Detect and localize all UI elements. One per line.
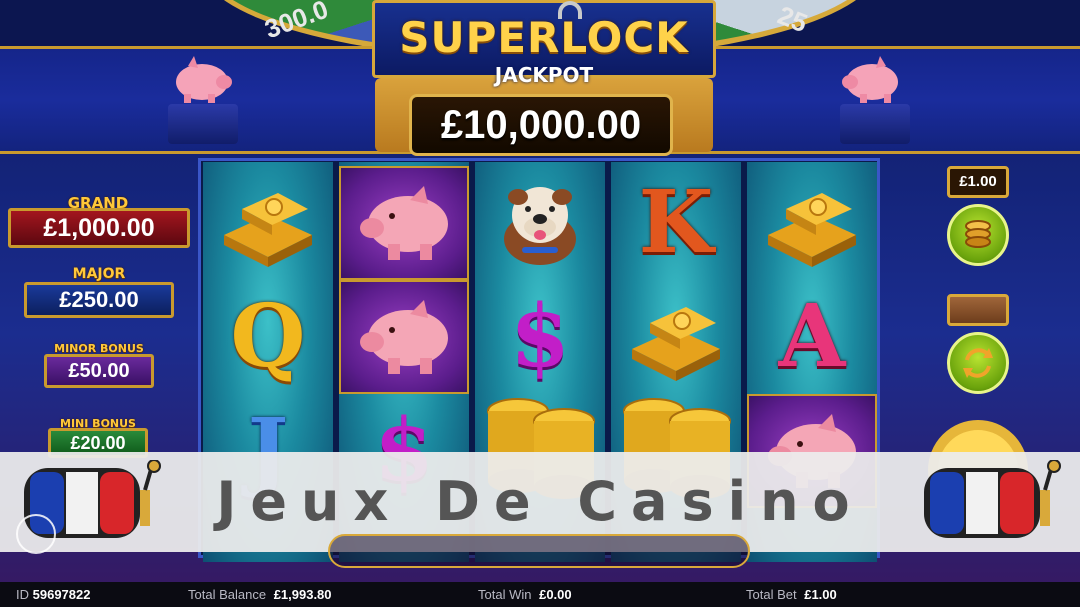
- lock-icon: [558, 1, 582, 19]
- game-logo: SUPERLOCK JACKPOT: [372, 0, 716, 87]
- logo-title: SUPERLOCK: [399, 13, 689, 62]
- session-id-label: ID: [16, 587, 29, 602]
- refresh-icon: [963, 348, 993, 378]
- piggy-bank-icon: [842, 56, 898, 103]
- bulldog-icon: [504, 187, 576, 265]
- reel-symbol-gold-bars: [611, 280, 741, 394]
- coins-button[interactable]: [947, 204, 1009, 266]
- letter-q: Q: [230, 286, 306, 387]
- gold-bars-icon: [768, 193, 856, 267]
- session-id: ID 59697822: [16, 582, 90, 607]
- total-balance-label: Total Balance: [188, 587, 267, 602]
- tier-major-value: £250.00: [24, 282, 174, 318]
- total-bet-label: Total Bet: [746, 587, 797, 602]
- tier-grand-value: £1,000.00: [8, 208, 190, 248]
- reel-symbol-bulldog: [475, 166, 605, 280]
- total-balance-value: £1,993.80: [273, 587, 332, 602]
- session-id-value: 59697822: [32, 587, 91, 602]
- piggy-bank-icon: [360, 300, 448, 374]
- game-screen: 300.0 25 SUPERLOCK JACKPOT £10,000.00 Q …: [0, 0, 1080, 607]
- reel-symbol-gold-bars: [203, 166, 333, 280]
- total-bet: Total Bet £1.00: [746, 582, 837, 607]
- reel-symbol-piggy-bank: [339, 166, 469, 280]
- menu-button[interactable]: [16, 514, 56, 554]
- autoplay-button[interactable]: [947, 332, 1009, 394]
- reel-symbol-q: Q: [203, 280, 333, 394]
- reel-symbol-a: A: [747, 280, 877, 394]
- tier-minor-value: £50.00: [44, 354, 154, 388]
- total-win: Total Win £0.00: [478, 582, 572, 607]
- slot-reel-flag-logo: [924, 460, 1061, 538]
- tier-major-label: MAJOR: [72, 266, 126, 282]
- piggy-bank-icon: [176, 56, 232, 103]
- jackpot-value: £10,000.00: [409, 94, 673, 156]
- letter-k: K: [638, 172, 714, 273]
- total-win-label: Total Win: [478, 587, 532, 602]
- piggy-bank-icon: [360, 186, 448, 260]
- right-pedestal: [840, 104, 910, 144]
- gold-bars-icon: [224, 193, 312, 267]
- reel-symbol-k: K: [611, 166, 741, 280]
- letter-a: A: [778, 286, 846, 387]
- reel-symbol-dollar: $: [475, 280, 605, 394]
- logo-subtitle: JACKPOT: [494, 63, 594, 87]
- left-pedestal: [168, 104, 238, 144]
- total-bet-value: £1.00: [804, 587, 837, 602]
- dollar-icon: $: [510, 286, 570, 387]
- bet-value-button[interactable]: £1.00: [947, 166, 1009, 198]
- reel-symbol-piggy-bank: [339, 280, 469, 394]
- total-win-value: £0.00: [539, 587, 572, 602]
- autoplay-count-button[interactable]: [947, 294, 1009, 326]
- total-balance: Total Balance £1,993.80: [188, 582, 332, 607]
- coin-stack-icon: [965, 220, 991, 248]
- reel-symbol-gold-bars: [747, 166, 877, 280]
- win-message-bar: [328, 534, 750, 568]
- status-bar: ID 59697822 Total Balance £1,993.80 Tota…: [0, 582, 1080, 607]
- gold-bars-icon: [632, 307, 720, 381]
